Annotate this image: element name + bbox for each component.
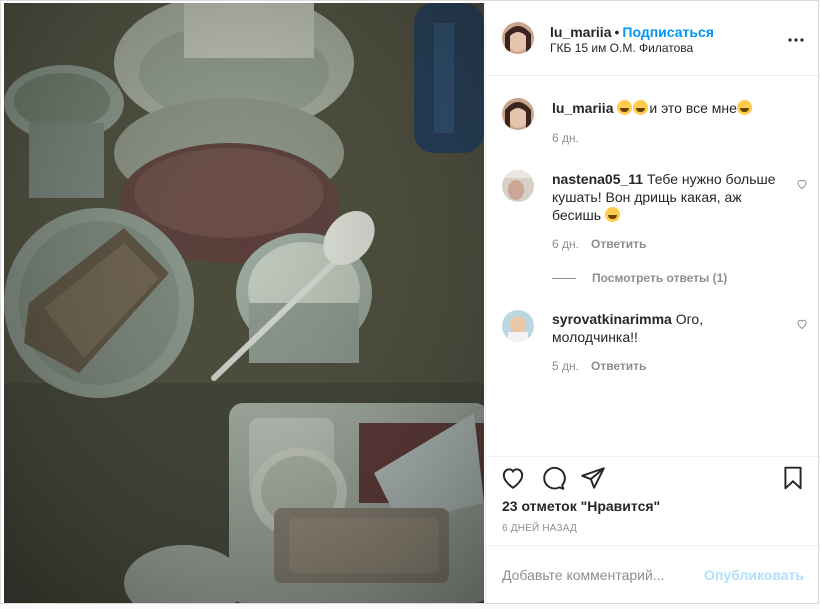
grinning-emoji-icon [604,207,620,222]
caption-meta: 6 дн. [552,131,579,145]
post-header: lu_mariia • Подписаться ГКБ 15 им О.М. Фил… [486,1,820,76]
post-location[interactable]: ГКБ 15 им О.М. Филатова [550,41,693,55]
post-actions: 23 отметок "Нравится" 6 ДНЕЙ НАЗАД [486,456,820,545]
comment-time[interactable]: 6 дн. [552,237,579,251]
reply-button[interactable]: Ответить [591,359,646,373]
author-avatar[interactable] [502,22,534,54]
caption-body: и это все мне [649,100,737,116]
comment-text: nastena05_11 Тебе нужно больше кушать! В… [552,170,792,224]
likes-count[interactable]: 23 отметок "Нравится" [502,498,660,514]
avatar-image [502,170,534,202]
author-line: lu_mariia • Подписаться [550,24,714,40]
joy-emoji-icon [736,100,752,115]
paper-plane-icon[interactable] [580,465,606,491]
laughing-emoji-icon [617,100,633,115]
replies-divider [552,278,576,280]
comment-meta: 6 дн. Ответить [552,237,646,251]
author-username[interactable]: lu_mariia [550,24,611,40]
comment-avatar[interactable] [502,310,534,342]
comment-username[interactable]: syrovatkinarimma [552,311,672,327]
caption-time[interactable]: 6 дн. [552,131,579,145]
like-comment-heart-icon[interactable] [796,318,808,330]
ellipsis-icon[interactable] [788,29,804,43]
avatar-image [502,22,534,54]
add-comment-input[interactable]: Добавьте комментарий... [502,567,664,583]
comments-list: lu_mariia и это все мне 6 дн. nastena05_… [486,76,820,456]
sweat-smile-emoji-icon [633,100,649,115]
more-options-icon [788,38,804,42]
avatar-image [502,310,534,342]
separator-dot: • [614,24,620,40]
publish-button[interactable]: Опубликовать [704,567,804,583]
view-replies-label: Посмотреть ответы (1) [592,271,728,285]
instagram-post: lu_mariia • Подписаться ГКБ 15 им О.М. Фил… [0,0,820,604]
post-date[interactable]: 6 ДНЕЙ НАЗАД [502,523,577,534]
view-replies-button[interactable]: Посмотреть ответы (1) [552,271,727,285]
comment-text: syrovatkinarimma Ого, молодчинка!! [552,310,792,346]
heart-icon[interactable] [500,465,526,491]
caption-text: lu_mariia и это все мне [552,99,792,117]
comment-icon[interactable] [540,465,566,491]
caption-username[interactable]: lu_mariia [552,100,613,116]
like-comment-heart-icon[interactable] [796,178,808,190]
comment-meta: 5 дн. Ответить [552,359,646,373]
food-tray-photo [4,3,484,603]
post-side-panel: lu_mariia • Подписаться ГКБ 15 им О.М. Фил… [485,1,820,604]
caption-avatar[interactable] [502,98,534,130]
reply-button[interactable]: Ответить [591,237,646,251]
comment-avatar[interactable] [502,170,534,202]
post-photo[interactable] [4,3,484,603]
follow-button[interactable]: Подписаться [622,24,714,40]
avatar-image [502,98,534,130]
comment-username[interactable]: nastena05_11 [552,171,643,187]
comment-time[interactable]: 5 дн. [552,359,579,373]
bookmark-icon[interactable] [780,465,806,491]
add-comment-bar: Добавьте комментарий... Опубликовать [486,545,820,605]
